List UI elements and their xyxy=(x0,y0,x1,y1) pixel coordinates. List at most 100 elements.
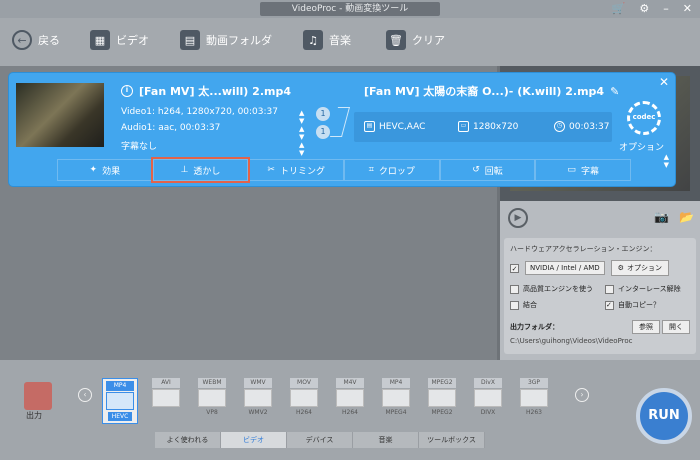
rotate-button[interactable]: ↺ 回転 xyxy=(439,159,536,181)
crop-icon: ⌗ xyxy=(368,165,374,175)
format-item[interactable]: AVI xyxy=(148,378,184,424)
file-icon xyxy=(336,389,364,407)
play-icon[interactable]: ▶ xyxy=(508,208,528,228)
rotate-icon: ↺ xyxy=(472,165,480,175)
format-item[interactable]: DivX DIVX xyxy=(470,378,506,424)
format-codec: WMV2 xyxy=(248,409,268,416)
output-codec: ▤ HEVC,AAC xyxy=(364,121,425,132)
format-tab[interactable]: ツールボックス xyxy=(419,432,485,448)
preview-tools: 📷 📂 xyxy=(654,210,694,224)
format-tag: WMV xyxy=(244,378,272,388)
add-video-button[interactable]: ▦ ビデオ xyxy=(90,30,149,50)
format-tab[interactable]: デバイス xyxy=(287,432,353,448)
format-tag: MPEG2 xyxy=(428,378,456,388)
autocopy-checkbox[interactable]: ✓ xyxy=(605,300,614,310)
trim-button[interactable]: ✂ トリミング xyxy=(248,159,345,181)
deinterlace-checkbox[interactable] xyxy=(605,284,614,294)
run-button[interactable]: RUN xyxy=(636,388,692,444)
format-item[interactable]: WEBM VP8 xyxy=(194,378,230,424)
format-tab[interactable]: 音楽 xyxy=(353,432,419,448)
subtitle-button[interactable]: ▭ 字幕 xyxy=(535,159,632,181)
title-bar-icons: 🛒 ⚙ – ✕ xyxy=(612,2,692,15)
clear-button[interactable]: 🗑 クリア xyxy=(386,30,445,50)
watermark-button[interactable]: ⊥ 透かし xyxy=(150,157,251,183)
format-codec: H263 xyxy=(526,409,542,416)
format-codec: VP8 xyxy=(206,409,218,416)
gear-icon[interactable]: ⚙ xyxy=(639,2,649,15)
output-duration-text: 00:03:37 xyxy=(569,121,610,132)
video-track-count: 1 xyxy=(316,107,330,121)
trash-icon: 🗑 xyxy=(386,30,406,50)
bottom-panel: 出力 ‹ MP4 HEVC AVI WEBM VP8 WMV WMV2 MOV H264 M4V H… xyxy=(0,360,700,460)
format-tab[interactable]: ビデオ xyxy=(221,432,287,448)
close-icon[interactable]: ✕ xyxy=(659,75,669,89)
hq-engine-option[interactable]: 高品質エンジンを使う xyxy=(510,284,595,294)
file-icon xyxy=(474,389,502,407)
output-settings-icon[interactable] xyxy=(24,382,52,410)
minimize-icon[interactable]: – xyxy=(663,2,669,15)
file-icon xyxy=(152,389,180,407)
task-card[interactable]: ✕ i [Fan MV] 太...will) 2.mp4 Video1: h26… xyxy=(9,73,675,186)
open-button[interactable]: 開く xyxy=(662,320,690,334)
effect-button[interactable]: ✦ 効果 xyxy=(57,159,153,181)
open-folder-icon[interactable]: 📂 xyxy=(679,210,694,224)
codec-option-icon[interactable]: codec xyxy=(627,101,661,135)
edit-pencil-icon[interactable]: ✎ xyxy=(610,85,619,98)
format-item[interactable]: WMV WMV2 xyxy=(240,378,276,424)
add-folder-button[interactable]: ▤ 動画フォルダ xyxy=(180,30,272,50)
scroll-right-icon[interactable]: › xyxy=(575,388,589,402)
format-item[interactable]: MOV H264 xyxy=(286,378,322,424)
audio-track-selector-icon[interactable]: ▲ ▼ xyxy=(299,125,304,141)
autocopy-option[interactable]: ✓ 自動コピー？ xyxy=(605,300,690,310)
format-codec: H264 xyxy=(342,409,358,416)
hw-option-label: オプション xyxy=(626,264,662,272)
back-button[interactable]: ← 戻る xyxy=(12,30,60,50)
close-window-icon[interactable]: ✕ xyxy=(683,2,692,15)
video-track-selector-icon[interactable]: ▲ ▼ xyxy=(299,109,304,125)
video-thumbnail[interactable] xyxy=(16,83,104,147)
scroll-left-icon[interactable]: ‹ xyxy=(78,388,92,402)
source-title-row: i [Fan MV] 太...will) 2.mp4 xyxy=(121,83,291,99)
file-icon xyxy=(382,389,410,407)
format-item[interactable]: 3GP H263 xyxy=(516,378,552,424)
folder-icon: ▤ xyxy=(180,30,200,50)
merge-checkbox[interactable] xyxy=(510,300,519,310)
output-resolution-text: 1280x720 xyxy=(473,121,519,132)
hw-engine-select[interactable]: NVIDIA / Intel / AMD xyxy=(525,261,605,275)
hw-option-button[interactable]: ⚙ オプション xyxy=(610,260,669,276)
format-item[interactable]: MP4 HEVC xyxy=(102,378,138,424)
reorder-arrows-icon[interactable]: ▲ ▼ xyxy=(664,153,669,169)
conversion-options: 高品質エンジンを使う インターレース解除 結合 ✓ 自動コピー？ xyxy=(510,284,690,310)
hq-engine-checkbox[interactable] xyxy=(510,284,519,294)
scissors-icon: ✂ xyxy=(267,165,275,175)
add-music-button[interactable]: ♫ 音楽 xyxy=(303,30,351,50)
hw-title: ハードウェアアクセラレーション・エンジン： xyxy=(510,245,657,253)
hw-engine-checkbox[interactable]: ✓ xyxy=(510,263,519,273)
merge-option[interactable]: 結合 xyxy=(510,300,595,310)
video-label: ビデオ xyxy=(116,34,149,47)
format-tag: 3GP xyxy=(520,378,548,388)
cart-icon[interactable]: 🛒 xyxy=(612,2,626,15)
browse-button[interactable]: 参照 xyxy=(632,320,660,334)
format-item[interactable]: MPEG2 MPEG2 xyxy=(424,378,460,424)
hardware-accel-panel: ハードウェアアクセラレーション・エンジン： ✓ NVIDIA / Intel /… xyxy=(504,238,696,354)
resolution-icon: ▭ xyxy=(458,121,469,132)
info-icon[interactable]: i xyxy=(121,85,133,97)
clock-icon: ◷ xyxy=(554,121,565,132)
output-codec-text: HEVC,AAC xyxy=(379,121,426,132)
output-folder-label: 出力フォルダ： xyxy=(510,323,559,331)
format-item[interactable]: MP4 MPEG4 xyxy=(378,378,414,424)
output-resolution: ▭ 1280x720 xyxy=(458,121,518,132)
format-item[interactable]: M4V H264 xyxy=(332,378,368,424)
format-tag: MP4 xyxy=(106,381,134,391)
folder-label: 動画フォルダ xyxy=(206,34,272,47)
crop-button[interactable]: ⌗ クロップ xyxy=(344,159,440,181)
main-toolbar: ← 戻る ▦ ビデオ ▤ 動画フォルダ ♫ 音楽 🗑 クリア xyxy=(0,18,700,66)
camera-icon[interactable]: 📷 xyxy=(654,210,669,224)
deinterlace-option[interactable]: インターレース解除 xyxy=(605,284,690,294)
format-tab[interactable]: よく使われる xyxy=(155,432,221,448)
codec-option-label[interactable]: オプション xyxy=(619,140,664,153)
file-icon xyxy=(106,392,134,410)
subtitle-track-selector-icon[interactable]: ▲ ▼ xyxy=(299,141,304,157)
effect-label: 効果 xyxy=(102,166,121,177)
